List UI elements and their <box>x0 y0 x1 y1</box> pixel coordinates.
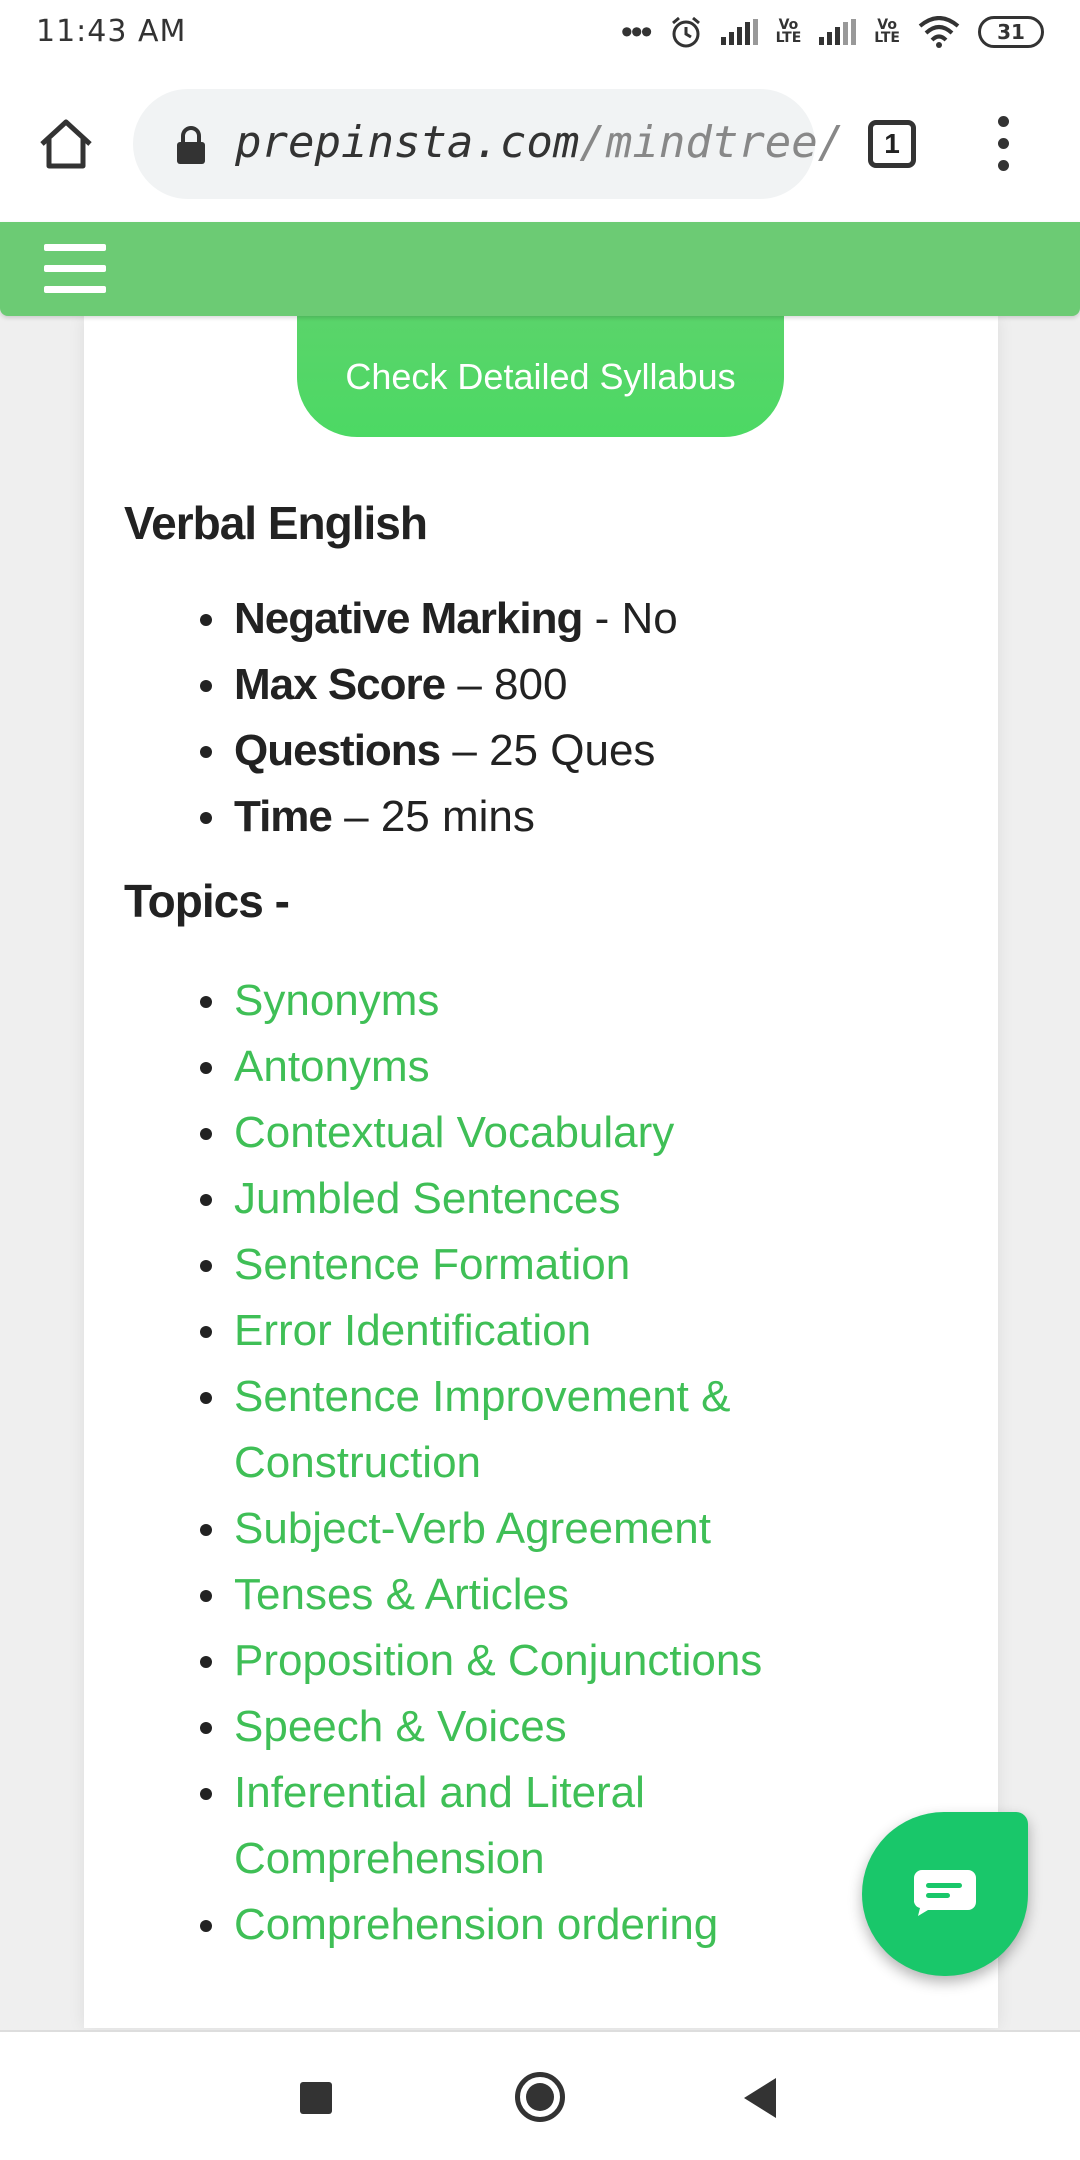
detail-item: Questions – 25 Ques <box>200 718 678 784</box>
site-header <box>0 222 1080 316</box>
detail-value: No <box>621 594 678 643</box>
topic-link[interactable]: Synonyms <box>200 968 874 1034</box>
home-icon[interactable] <box>36 114 96 174</box>
check-syllabus-button[interactable]: Check Detailed Syllabus <box>297 256 784 437</box>
topic-link[interactable]: Antonyms <box>200 1034 874 1100</box>
system-nav-bar <box>0 2030 1080 2160</box>
detail-sep: – <box>331 792 381 841</box>
detail-key: Questions <box>234 726 441 775</box>
url-domain: prepinsta.com <box>235 117 580 168</box>
detail-key: Max Score <box>234 660 446 709</box>
recent-apps-icon[interactable] <box>300 2082 332 2114</box>
detail-key: Negative Marking <box>234 594 583 643</box>
status-time: 11:43 AM <box>36 14 187 49</box>
topic-link[interactable]: Error Identification <box>200 1298 874 1364</box>
detail-item: Max Score – 800 <box>200 652 678 718</box>
home-circle-icon[interactable] <box>515 2072 565 2122</box>
detail-sep: - <box>582 594 622 643</box>
signal-icon <box>720 19 758 45</box>
browser-toolbar: prepinsta.com/mindtree/ 1 <box>0 64 1080 222</box>
topic-link[interactable]: Proposition & Conjunctions <box>200 1628 874 1694</box>
detail-key: Time <box>234 792 333 841</box>
topic-list: Synonyms Antonyms Contextual Vocabulary … <box>200 968 874 1958</box>
volte-label: Vo LTE <box>775 17 802 46</box>
topic-link[interactable]: Contextual Vocabulary <box>200 1100 874 1166</box>
detail-value: 25 Ques <box>489 726 656 775</box>
detail-item: Time – 25 mins <box>200 784 678 850</box>
volte-label-2: Vo LTE <box>874 17 900 46</box>
detail-sep: – <box>440 726 490 775</box>
url-path: /mindtree/ <box>579 117 845 168</box>
topic-link[interactable]: Speech & Voices <box>200 1694 874 1760</box>
detail-sep: – <box>445 660 495 709</box>
detail-item: Negative Marking - No <box>200 586 678 652</box>
topic-link[interactable]: Tenses & Articles <box>200 1562 874 1628</box>
topic-link[interactable]: Sentence Formation <box>200 1232 874 1298</box>
wifi-icon <box>918 16 960 48</box>
tabs-icon[interactable]: 1 <box>868 120 916 168</box>
chat-icon <box>914 1870 976 1916</box>
hamburger-icon[interactable] <box>44 244 106 294</box>
battery-indicator: 31 <box>978 16 1044 48</box>
topics-title: Topics - <box>124 875 290 927</box>
status-icons: ••• Vo LTE Vo LTE 31 <box>621 12 1044 52</box>
menu-icon[interactable] <box>990 116 1016 176</box>
address-bar[interactable]: prepinsta.com/mindtree/ <box>133 89 844 199</box>
url-text: prepinsta.com/mindtree/ <box>235 117 844 168</box>
detail-list: Negative Marking - No Max Score – 800 Qu… <box>200 586 678 850</box>
status-bar: 11:43 AM ••• Vo LTE Vo LTE 31 <box>0 0 1080 64</box>
chat-button[interactable] <box>862 1812 1028 1976</box>
signal-icon-2 <box>819 19 857 45</box>
back-icon[interactable] <box>744 2078 776 2118</box>
topic-link[interactable]: Comprehension ordering <box>200 1892 874 1958</box>
more-notifications-icon: ••• <box>620 13 653 51</box>
topic-link[interactable]: Sentence Improvement & Construction <box>200 1364 874 1496</box>
section-title: Verbal English <box>124 497 428 549</box>
detail-value: 25 mins <box>380 792 535 841</box>
topic-link[interactable]: Inferential and Literal Comprehension <box>200 1760 874 1892</box>
content-card: Check Detailed Syllabus Verbal English N… <box>84 256 998 2028</box>
detail-value: 800 <box>494 660 568 709</box>
lock-icon <box>177 126 205 164</box>
topic-link[interactable]: Subject-Verb Agreement <box>200 1496 874 1562</box>
alarm-icon <box>671 16 700 48</box>
topic-link[interactable]: Jumbled Sentences <box>200 1166 874 1232</box>
